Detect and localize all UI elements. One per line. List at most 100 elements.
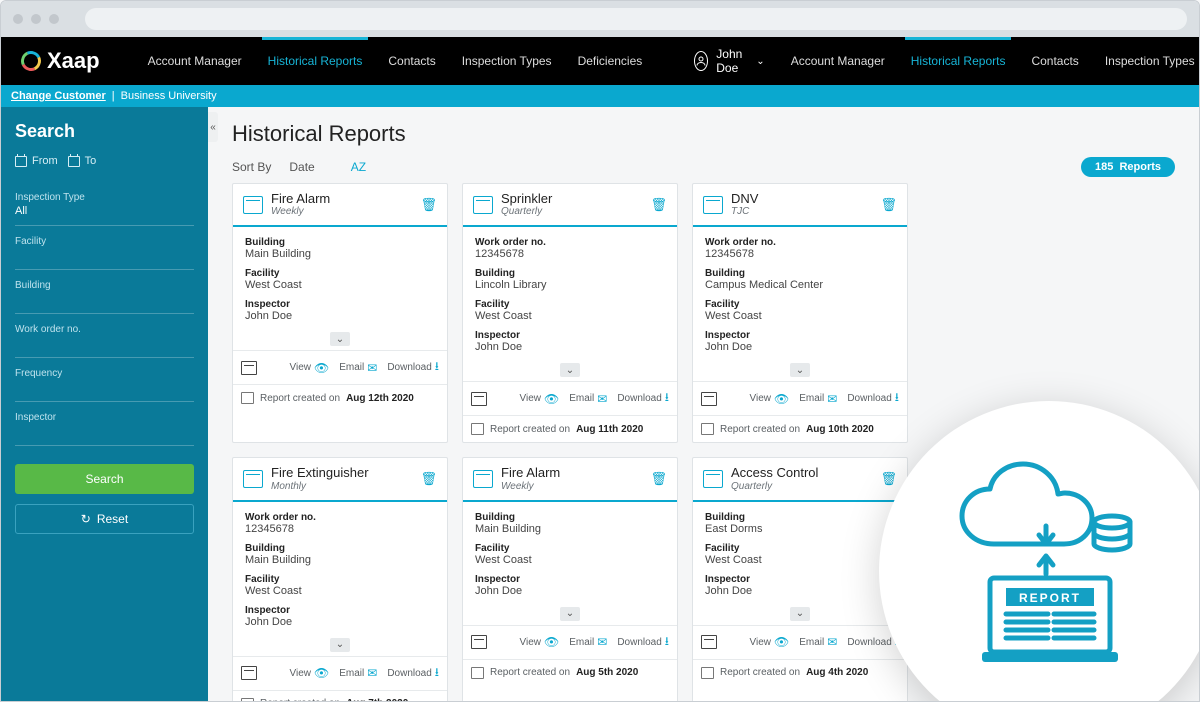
card-footer: Report created on Aug 4th 2020	[693, 659, 907, 686]
search-button[interactable]: Search	[15, 464, 194, 494]
card-title: Fire Extinguisher	[271, 466, 412, 480]
delete-button[interactable]: 🗑	[880, 197, 897, 213]
download-button[interactable]: Download⭳	[387, 663, 439, 684]
report-card: DNV TJC 🗑 Work order no.12345678Building…	[692, 183, 908, 443]
delete-button[interactable]: 🗑	[880, 471, 897, 487]
brand-logo[interactable]: Xaap	[21, 48, 100, 74]
field-label: Building	[475, 512, 665, 523]
nav-historical-reports[interactable]: Historical Reports	[268, 54, 363, 68]
email-button[interactable]: Email✉	[339, 361, 377, 375]
expand-button[interactable]: ⌄	[560, 607, 580, 621]
sort-option-date[interactable]: Date	[289, 160, 314, 174]
expand-button[interactable]: ⌄	[790, 363, 810, 377]
search-sidebar: « Search From To Inspection Type AllFaci…	[1, 107, 208, 701]
expand-button[interactable]: ⌄	[560, 363, 580, 377]
email-button[interactable]: Email✉	[799, 392, 837, 406]
footer-prefix: Report created on	[720, 667, 800, 678]
to-label: To	[85, 155, 97, 167]
report-type-icon	[473, 196, 493, 214]
filter-label: Facility	[15, 236, 194, 247]
field-label: Building	[705, 268, 895, 279]
email-button[interactable]: Email✉	[339, 666, 377, 680]
filter-value: All	[15, 205, 194, 217]
change-customer-link[interactable]: Change Customer	[11, 90, 106, 102]
page-title: Historical Reports	[232, 121, 1175, 147]
filter-inspection-type[interactable]: Inspection Type All	[15, 182, 194, 226]
expand-button[interactable]: ⌄	[790, 607, 810, 621]
from-date-input[interactable]: From	[15, 152, 58, 170]
delete-button[interactable]: 🗑	[650, 471, 667, 487]
download-button[interactable]: Download⭳	[617, 388, 669, 409]
count-value: 185	[1095, 161, 1113, 173]
download-icon: ⭳	[435, 663, 439, 684]
field-label: Facility	[705, 299, 895, 310]
nav-inspection-types[interactable]: Inspection Types	[462, 54, 552, 68]
filter-building[interactable]: Building	[15, 270, 194, 314]
field-label: Inspector	[705, 574, 895, 585]
delete-button[interactable]: 🗑	[420, 471, 437, 487]
nav-account-manager[interactable]: Account Manager	[148, 54, 242, 68]
calendar-icon	[471, 667, 484, 679]
logo-ring-icon	[18, 48, 44, 74]
chevron-down-icon: ⌄	[756, 56, 764, 67]
mail-icon: ✉	[367, 666, 377, 680]
card-footer: Report created on Aug 11th 2020	[463, 415, 677, 442]
card-subtitle: Quarterly	[731, 481, 872, 492]
filter-inspector[interactable]: Inspector	[15, 402, 194, 446]
report-card: Sprinkler Quarterly 🗑 Work order no.1234…	[462, 183, 678, 443]
refresh-icon: ↻	[81, 512, 91, 526]
nav-inspection-types[interactable]: Inspection Types	[1105, 54, 1195, 68]
nav-contacts[interactable]: Contacts	[1031, 54, 1078, 68]
eye-icon: 👁	[544, 635, 559, 649]
view-button[interactable]: View👁	[750, 635, 790, 649]
mail-icon: ✉	[827, 635, 837, 649]
field-value: John Doe	[475, 585, 665, 597]
field-value: Lincoln Library	[475, 279, 665, 291]
view-button[interactable]: View👁	[290, 666, 330, 680]
calendar-icon	[471, 423, 484, 435]
filter-facility[interactable]: Facility	[15, 226, 194, 270]
card-subtitle: Monthly	[271, 481, 412, 492]
field-value: Main Building	[245, 248, 435, 260]
report-type-icon	[243, 470, 263, 488]
collapse-sidebar-button[interactable]: «	[208, 112, 218, 142]
email-button[interactable]: Email✉	[569, 392, 607, 406]
app-viewport: Xaap Account Manager Historical Reports Co…	[1, 37, 1199, 701]
download-button[interactable]: Download⭳	[617, 632, 669, 653]
download-button[interactable]: Download⭳	[387, 357, 439, 378]
reset-button[interactable]: ↻ Reset	[15, 504, 194, 534]
field-label: Work order no.	[245, 512, 435, 523]
top-nav: Xaap Account Manager Historical Reports Co…	[1, 37, 1199, 85]
nav-deficiencies[interactable]: Deficiencies	[578, 54, 643, 68]
filter-work-order-no-[interactable]: Work order no.	[15, 314, 194, 358]
expand-button[interactable]: ⌄	[330, 638, 350, 652]
email-button[interactable]: Email✉	[799, 635, 837, 649]
filter-label: Inspection Type	[15, 192, 194, 203]
field-value: John Doe	[245, 310, 435, 322]
download-button[interactable]: Download⭳	[847, 388, 899, 409]
nav-account-manager[interactable]: Account Manager	[791, 54, 885, 68]
view-button[interactable]: View👁	[520, 635, 560, 649]
filter-frequency[interactable]: Frequency	[15, 358, 194, 402]
created-date: Aug 4th 2020	[806, 667, 868, 678]
nav-contacts[interactable]: Contacts	[388, 54, 435, 68]
to-date-input[interactable]: To	[68, 152, 97, 170]
created-date: Aug 10th 2020	[806, 424, 874, 435]
delete-button[interactable]: 🗑	[420, 197, 437, 213]
view-button[interactable]: View👁	[290, 361, 330, 375]
view-button[interactable]: View👁	[520, 392, 560, 406]
delete-button[interactable]: 🗑	[650, 197, 667, 213]
report-icon	[241, 361, 257, 375]
url-bar[interactable]	[85, 8, 1187, 30]
user-menu[interactable]: John Doe ⌄	[694, 47, 764, 75]
expand-button[interactable]: ⌄	[330, 332, 350, 346]
nav-historical-reports[interactable]: Historical Reports	[911, 54, 1006, 68]
email-button[interactable]: Email✉	[569, 635, 607, 649]
user-avatar-icon	[694, 51, 708, 71]
sort-option-az[interactable]: AZ	[351, 160, 366, 174]
field-value: Campus Medical Center	[705, 279, 895, 291]
view-button[interactable]: View👁	[750, 392, 790, 406]
mail-icon: ✉	[597, 635, 607, 649]
field-label: Facility	[245, 268, 435, 279]
eye-icon: 👁	[774, 635, 789, 649]
